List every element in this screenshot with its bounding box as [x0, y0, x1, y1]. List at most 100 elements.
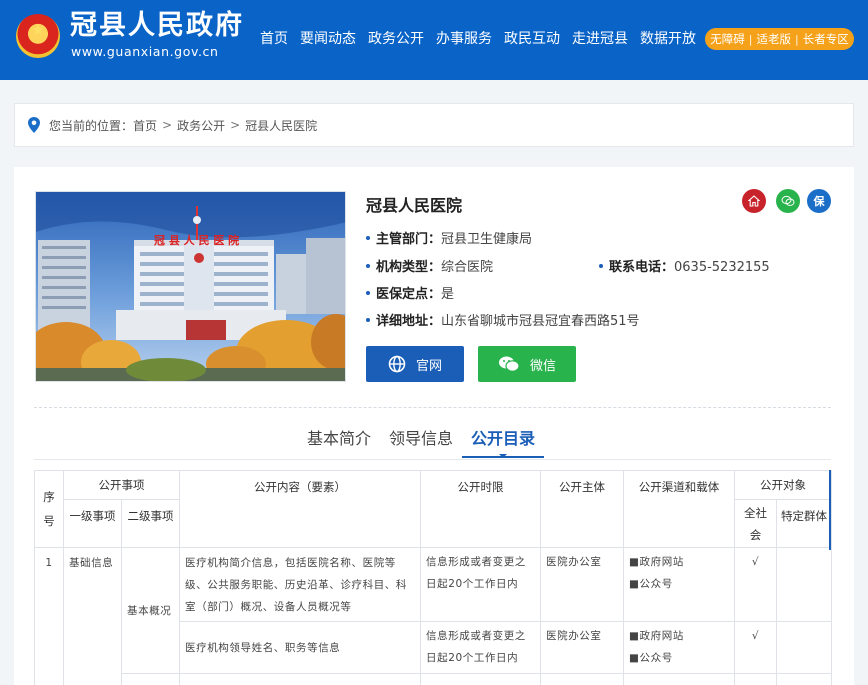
wechat-icon	[498, 356, 520, 372]
official-site-button[interactable]: 官网	[366, 346, 464, 382]
insurance-label: 医保定点：	[376, 287, 442, 302]
address-label: 详细地址：	[376, 314, 442, 329]
channel-wechat: ■公众号	[629, 578, 673, 590]
site-name[interactable]: 冠县人民政府	[70, 11, 244, 41]
globe-icon	[388, 355, 406, 373]
photo-sign-text: 冠 县 人 民 医 院	[154, 233, 239, 247]
tab-bar: 基本简介 领导信息 公开目录	[298, 425, 545, 458]
cell-empty	[540, 673, 624, 685]
header-time: 公开时限	[420, 470, 541, 548]
national-emblem-icon: ★	[16, 14, 60, 58]
breadcrumb-separator: >	[230, 118, 241, 132]
cell-content: 医疗机构简介信息，包括医院名称、医院等级、公共服务职能、历史沿革、诊疗科目、科室…	[179, 547, 421, 622]
bullet-dot	[599, 263, 603, 268]
cell-empty	[623, 673, 735, 685]
nav-about[interactable]: 走进冠县	[572, 29, 628, 49]
breadcrumb-prefix: 您当前的位置：	[49, 118, 134, 133]
breadcrumb-current: 冠县人民医院	[245, 118, 318, 133]
dept-label: 主管部门：	[376, 232, 442, 247]
tab-underline	[34, 459, 831, 460]
cell-time: 信息形成或者变更之日起20个工作日内	[420, 547, 541, 622]
elderly-mode-link[interactable]: 适老版	[757, 31, 792, 47]
bullet-dot	[366, 317, 370, 322]
cell-all: √	[734, 547, 777, 622]
breadcrumb-home[interactable]: 首页	[133, 117, 157, 134]
phone-label: 联系电话：	[609, 260, 675, 275]
cell-empty	[420, 673, 541, 685]
nav-gov-affairs[interactable]: 政务公开	[368, 29, 424, 49]
nav-services[interactable]: 办事服务	[436, 29, 492, 49]
official-site-label: 官网	[415, 358, 442, 374]
cell-channel: ■政府网站 ■公众号	[623, 621, 735, 674]
nav-interaction[interactable]: 政民互动	[504, 29, 560, 49]
bullet-dot	[366, 263, 370, 268]
table-row: 1 基础信息 基本概况 医疗机构简介信息，包括医院名称、医院等级、公共服务职能、…	[34, 547, 832, 685]
header-channel: 公开渠道和载体	[623, 470, 735, 548]
cell-empty	[734, 673, 777, 685]
site-header: ★ 冠县人民政府 www.guanxian.gov.cn 首页 要闻动态 政务公…	[0, 0, 868, 80]
table-row	[35, 673, 832, 685]
dept-row: 主管部门：冠县卫生健康局	[366, 228, 532, 247]
nav-news[interactable]: 要闻动态	[300, 29, 356, 49]
breadcrumb-gov-affairs[interactable]: 政务公开	[177, 117, 225, 134]
header-group: 特定群体	[776, 499, 832, 548]
address-value: 山东省聊城市冠县冠宜春西路51号	[441, 314, 640, 329]
wechat-label: 微信	[529, 358, 556, 374]
cell-subject: 医院办公室	[540, 547, 624, 622]
senior-zone-link[interactable]: 长者专区	[803, 31, 849, 47]
breadcrumb-separator: >	[162, 118, 173, 132]
insurance-badge[interactable]: 保	[807, 189, 831, 213]
cell-lv1: 基础信息	[63, 547, 122, 685]
wechat-button[interactable]: 微信	[478, 346, 576, 382]
bullet-dot	[366, 235, 370, 240]
tab-intro[interactable]: 基本简介	[298, 425, 380, 458]
channel-website: ■政府网站	[629, 630, 684, 642]
cell-no: 1	[34, 547, 64, 685]
breadcrumb: 您当前的位置： 首页 > 政务公开 > 冠县人民医院	[14, 103, 854, 147]
header-target: 公开对象	[734, 470, 832, 500]
site-domain: www.guanxian.gov.cn	[71, 44, 219, 59]
cell-content: 医疗机构领导姓名、职务等信息	[179, 621, 421, 674]
cell-empty	[121, 673, 180, 685]
cell-empty	[776, 673, 832, 685]
home-icon	[748, 195, 760, 207]
cell-lv2: 基本概况	[121, 547, 180, 674]
org-detail-card: 冠 县 人 民 医 院 冠县人民医院 保 主管部门：冠县卫生健康局 机构类型：综…	[14, 167, 854, 685]
main-nav: 首页 要闻动态 政务公开 办事服务 政民互动 走进冠县 数据开放 繁	[254, 29, 728, 49]
disclosure-table: 序号 公开事项 公开内容（要素） 公开时限 公开主体 公开渠道和载体 公开对象 …	[34, 470, 832, 685]
location-pin-icon	[28, 117, 40, 133]
dept-value: 冠县卫生健康局	[441, 232, 533, 247]
header-content: 公开内容（要素）	[179, 470, 421, 548]
address-row: 详细地址：山东省聊城市冠县冠宜春西路51号	[366, 310, 640, 329]
wechat-icon	[781, 195, 795, 206]
insurance-value: 是	[441, 287, 455, 302]
channel-website: ■政府网站	[629, 556, 684, 568]
cell-time: 信息形成或者变更之日起20个工作日内	[420, 621, 541, 674]
nav-open-data[interactable]: 数据开放	[640, 29, 696, 49]
divider	[34, 407, 831, 408]
accessibility-link[interactable]: 无障碍	[710, 31, 745, 47]
insurance-row: 医保定点：是	[366, 283, 454, 302]
header-no: 序号	[34, 470, 64, 548]
nav-home[interactable]: 首页	[260, 29, 288, 49]
phone-value: 0635-5232155	[674, 260, 770, 275]
cell-group	[776, 621, 832, 674]
cell-subject: 医院办公室	[540, 621, 624, 674]
header-item: 公开事项	[63, 470, 180, 500]
cell-empty	[179, 673, 421, 685]
type-value: 综合医院	[441, 260, 494, 275]
cell-all: √	[734, 621, 777, 674]
accessibility-bar: 无障碍 | 适老版 | 长者专区	[705, 28, 854, 50]
type-label: 机构类型：	[376, 260, 442, 275]
wechat-share-button[interactable]	[776, 189, 800, 213]
header-lv2: 二级事项	[121, 499, 180, 548]
phone-row: 联系电话：0635-5232155	[599, 256, 770, 275]
bullet-dot	[366, 290, 370, 295]
header-lv1: 一级事项	[63, 499, 122, 548]
hospital-photo: 冠 县 人 民 医 院	[35, 191, 346, 382]
type-row: 机构类型：综合医院	[366, 256, 493, 275]
header-all: 全社会	[734, 499, 777, 548]
home-share-button[interactable]	[742, 189, 766, 213]
tab-catalog[interactable]: 公开目录	[462, 425, 545, 458]
tab-leaders[interactable]: 领导信息	[380, 425, 462, 458]
